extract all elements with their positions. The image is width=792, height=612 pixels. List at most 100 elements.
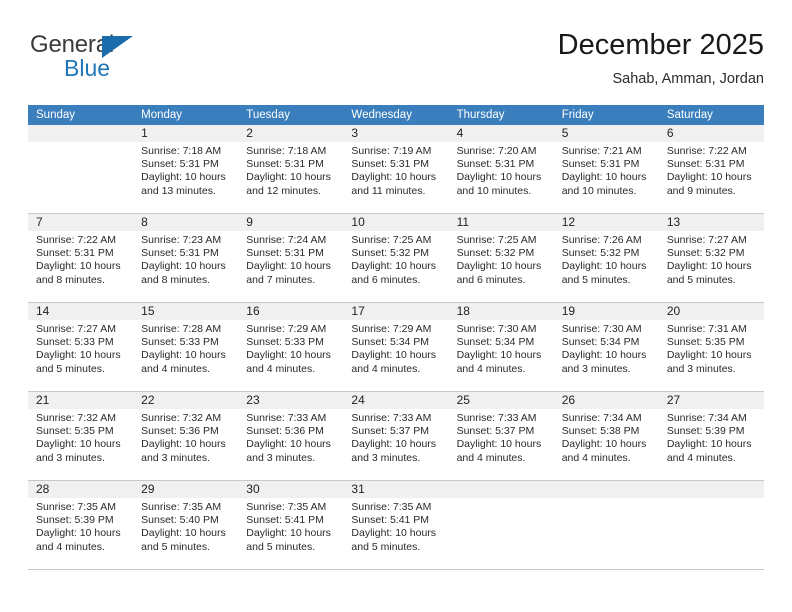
calendar-day-cell[interactable]: 25 Sunrise: 7:33 AM Sunset: 5:37 PM Dayligh… <box>448 392 554 480</box>
day-info-line: Daylight: 10 hours <box>456 438 542 451</box>
calendar-day-cell[interactable]: 24 Sunrise: 7:33 AM Sunset: 5:37 PM Dayligh… <box>343 392 449 480</box>
day-info-line: Sunset: 5:31 PM <box>666 158 745 171</box>
day-number-band: 4 <box>448 125 554 142</box>
day-info-line: Sunrise: 7:18 AM <box>246 145 327 157</box>
page-title: December 2025 <box>557 29 764 61</box>
day-sun-info: Sunrise: 7:29 AM Sunset: 5:34 PM Daylight:… <box>343 320 448 376</box>
day-info-line: and 4 minutes. <box>561 451 631 464</box>
calendar-day-cell[interactable]: 22 Sunrise: 7:32 AM Sunset: 5:36 PM Dayligh… <box>133 392 239 480</box>
calendar-day-cell[interactable]: 21 Sunrise: 7:32 AM Sunset: 5:35 PM Dayligh… <box>28 392 134 480</box>
day-number: 21 <box>36 393 50 407</box>
day-info-line: Sunrise: 7:34 AM <box>561 412 642 424</box>
calendar-day-cell[interactable]: 23 Sunrise: 7:33 AM Sunset: 5:36 PM Dayligh… <box>238 392 344 480</box>
day-info-line: Daylight: 10 hours <box>246 349 331 362</box>
day-info-line: Sunrise: 7:32 AM <box>141 412 222 424</box>
day-info-line: Sunrise: 7:33 AM <box>351 412 432 424</box>
day-sun-info: Sunrise: 7:28 AM Sunset: 5:33 PM Daylight:… <box>133 320 238 376</box>
day-number: 10 <box>351 215 365 229</box>
day-sun-info: Sunrise: 7:23 AM Sunset: 5:31 PM Daylight:… <box>133 231 238 287</box>
day-number-band: 20 <box>658 303 764 320</box>
day-info-line: Sunset: 5:31 PM <box>246 158 324 171</box>
weekday-header-saturday: Saturday <box>666 109 713 121</box>
day-number-band: 1 <box>133 125 239 142</box>
calendar-day-cell[interactable]: 5 Sunrise: 7:21 AM Sunset: 5:31 PM Daylight… <box>553 125 659 213</box>
calendar-day-cell[interactable]: 29 Sunrise: 7:35 AM Sunset: 5:40 PM Dayligh… <box>133 481 239 569</box>
day-info-line: Sunset: 5:32 PM <box>561 247 640 260</box>
day-info-line: Sunrise: 7:35 AM <box>141 501 222 513</box>
day-info-line: and 7 minutes. <box>246 273 316 286</box>
day-number: 31 <box>351 482 365 496</box>
day-info-line: Daylight: 10 hours <box>36 349 121 362</box>
brand-logo[interactable]: General Blue <box>28 32 268 88</box>
calendar-day-cell[interactable]: 8 Sunrise: 7:23 AM Sunset: 5:31 PM Daylight… <box>133 214 239 302</box>
day-info-line: Sunrise: 7:33 AM <box>456 412 537 424</box>
day-sun-info: Sunrise: 7:25 AM Sunset: 5:32 PM Daylight:… <box>343 231 448 287</box>
calendar-day-cell[interactable]: 2 Sunrise: 7:18 AM Sunset: 5:31 PM Daylight… <box>238 125 344 213</box>
day-info-line: and 5 minutes. <box>561 273 631 286</box>
day-number-band: 27 <box>658 392 764 409</box>
calendar-day-cell[interactable]: 3 Sunrise: 7:19 AM Sunset: 5:31 PM Daylight… <box>343 125 449 213</box>
calendar-day-cell[interactable]: 27 Sunrise: 7:34 AM Sunset: 5:39 PM Dayligh… <box>658 392 764 480</box>
day-info-line: Sunset: 5:34 PM <box>561 336 640 349</box>
calendar-day-cell-empty <box>448 481 554 569</box>
day-info-line: Sunrise: 7:29 AM <box>246 323 327 335</box>
calendar-day-cell[interactable]: 19 Sunrise: 7:30 AM Sunset: 5:34 PM Dayligh… <box>553 303 659 391</box>
day-sun-info: Sunrise: 7:34 AM Sunset: 5:39 PM Daylight:… <box>659 409 764 465</box>
day-sun-info: Sunrise: 7:19 AM Sunset: 5:31 PM Daylight:… <box>343 142 448 198</box>
day-number-band: 12 <box>553 214 659 231</box>
day-number: 13 <box>666 215 681 229</box>
calendar-day-cell[interactable]: 30 Sunrise: 7:35 AM Sunset: 5:41 PM Dayligh… <box>238 481 344 569</box>
weekday-header-tuesday: Tuesday <box>246 109 290 121</box>
calendar-day-cell[interactable]: 26 Sunrise: 7:34 AM Sunset: 5:38 PM Dayligh… <box>553 392 659 480</box>
calendar-day-cell[interactable]: 13 Sunrise: 7:27 AM Sunset: 5:32 PM Dayligh… <box>658 214 764 302</box>
day-info-line: Daylight: 10 hours <box>141 527 226 540</box>
day-sun-info: Sunrise: 7:29 AM Sunset: 5:33 PM Daylight:… <box>238 320 343 376</box>
calendar-day-cell[interactable]: 16 Sunrise: 7:29 AM Sunset: 5:33 PM Dayligh… <box>238 303 344 391</box>
day-info-line: Daylight: 10 hours <box>246 527 331 540</box>
day-number: 11 <box>456 215 470 229</box>
day-info-line: Daylight: 10 hours <box>246 438 331 451</box>
day-info-line: Sunrise: 7:27 AM <box>666 234 747 246</box>
calendar-page: General Blue December 2025 Sahab, Amman,… <box>0 0 792 612</box>
calendar-day-cell[interactable]: 15 Sunrise: 7:28 AM Sunset: 5:33 PM Dayligh… <box>133 303 239 391</box>
calendar-day-cell[interactable]: 31 Sunrise: 7:35 AM Sunset: 5:41 PM Dayligh… <box>343 481 449 569</box>
day-info-line: and 9 minutes. <box>666 184 736 197</box>
calendar-day-cell[interactable]: 14 Sunrise: 7:27 AM Sunset: 5:33 PM Dayligh… <box>28 303 134 391</box>
day-info-line: Sunset: 5:39 PM <box>36 514 114 527</box>
calendar-day-cell[interactable]: 12 Sunrise: 7:26 AM Sunset: 5:32 PM Dayligh… <box>553 214 659 302</box>
calendar-week-row: 21 Sunrise: 7:32 AM Sunset: 5:35 PM Dayligh… <box>28 392 764 481</box>
day-number-band: 29 <box>133 481 239 498</box>
day-info-line: Daylight: 10 hours <box>666 438 752 451</box>
calendar-week-row: 7 Sunrise: 7:22 AM Sunset: 5:31 PM Daylight… <box>28 214 764 303</box>
day-number: 26 <box>561 393 576 407</box>
day-info-line: and 5 minutes. <box>246 540 316 553</box>
calendar-day-cell[interactable]: 11 Sunrise: 7:25 AM Sunset: 5:32 PM Dayligh… <box>448 214 554 302</box>
day-number-band: 8 <box>133 214 239 231</box>
day-info-line: Sunset: 5:37 PM <box>456 425 535 438</box>
day-number-band <box>658 481 764 498</box>
calendar-day-cell[interactable]: 1 Sunrise: 7:18 AM Sunset: 5:31 PM Daylight… <box>133 125 239 213</box>
day-sun-info: Sunrise: 7:27 AM Sunset: 5:32 PM Daylight:… <box>659 231 764 287</box>
day-info-line: Daylight: 10 hours <box>246 260 331 273</box>
day-number-band: 6 <box>658 125 764 142</box>
calendar-day-cell[interactable]: 28 Sunrise: 7:35 AM Sunset: 5:39 PM Dayligh… <box>28 481 134 569</box>
day-info-line: Daylight: 10 hours <box>141 260 226 273</box>
day-number: 17 <box>351 304 365 318</box>
day-number: 5 <box>561 126 569 140</box>
day-number-band: 17 <box>343 303 449 320</box>
calendar-day-cell[interactable]: 17 Sunrise: 7:29 AM Sunset: 5:34 PM Dayligh… <box>343 303 449 391</box>
calendar-week-row: 1 Sunrise: 7:18 AM Sunset: 5:31 PM Daylight… <box>28 125 764 214</box>
calendar-day-cell[interactable]: 18 Sunrise: 7:30 AM Sunset: 5:34 PM Dayligh… <box>448 303 554 391</box>
calendar-day-cell[interactable]: 20 Sunrise: 7:31 AM Sunset: 5:35 PM Dayligh… <box>658 303 764 391</box>
day-info-line: Daylight: 10 hours <box>666 171 752 184</box>
calendar-day-cell[interactable]: 10 Sunrise: 7:25 AM Sunset: 5:32 PM Dayligh… <box>343 214 449 302</box>
day-number-band: 11 <box>448 214 554 231</box>
calendar-day-cell[interactable]: 4 Sunrise: 7:20 AM Sunset: 5:31 PM Daylight… <box>448 125 554 213</box>
day-info-line: Daylight: 10 hours <box>36 260 121 273</box>
calendar-day-cell[interactable]: 9 Sunrise: 7:24 AM Sunset: 5:31 PM Daylight… <box>238 214 344 302</box>
calendar-day-cell[interactable]: 6 Sunrise: 7:22 AM Sunset: 5:31 PM Daylight… <box>658 125 764 213</box>
day-sun-info: Sunrise: 7:33 AM Sunset: 5:37 PM Daylight:… <box>449 409 554 465</box>
day-info-line: and 10 minutes. <box>561 184 637 197</box>
day-info-line: Daylight: 10 hours <box>36 438 121 451</box>
calendar-day-cell[interactable]: 7 Sunrise: 7:22 AM Sunset: 5:31 PM Daylight… <box>28 214 134 302</box>
